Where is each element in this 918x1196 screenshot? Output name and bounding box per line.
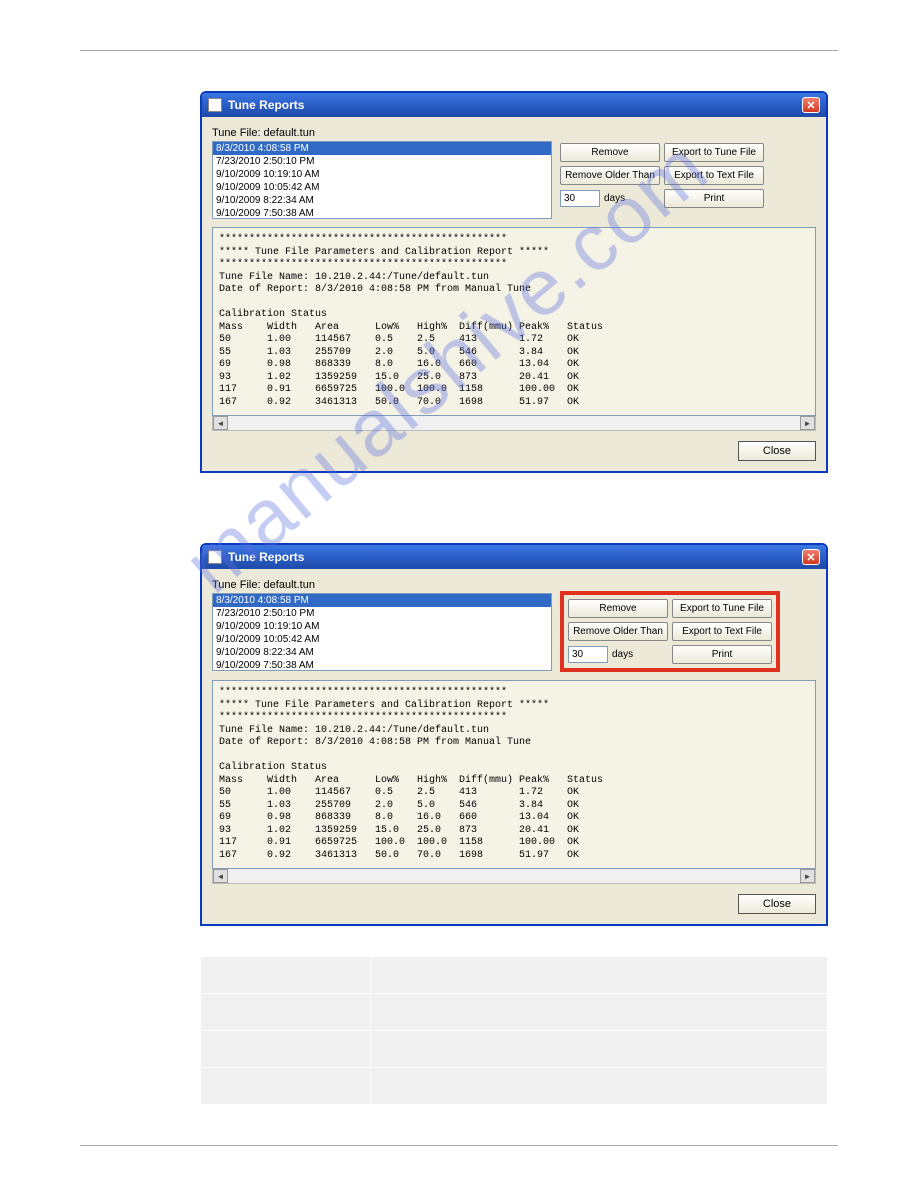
list-item[interactable]: 9/10/2009 10:19:10 AM xyxy=(213,168,551,181)
tune-reports-window-2: Tune Reports ✕ Tune File: default.tun 8/… xyxy=(200,543,828,926)
table-cell xyxy=(371,1068,828,1105)
close-button[interactable]: Close xyxy=(738,441,816,461)
list-item[interactable]: 9/10/2009 10:05:42 AM xyxy=(213,633,551,646)
tune-file-label: Tune File: default.tun xyxy=(212,127,552,139)
close-button[interactable]: Close xyxy=(738,894,816,914)
report-date-line: Date of Report: 8/3/2010 4:08:58 PM from… xyxy=(219,737,531,748)
report-row: 93 1.02 1359259 15.0 25.0 873 20.41 OK xyxy=(219,372,579,383)
scroll-left-icon[interactable]: ◄ xyxy=(213,416,228,430)
report-row: 50 1.00 114567 0.5 2.5 413 1.72 OK xyxy=(219,787,579,798)
horizontal-scrollbar[interactable]: ◄ ► xyxy=(212,869,816,884)
report-divider: ****************************************… xyxy=(219,687,507,698)
close-icon: ✕ xyxy=(806,99,815,112)
window-close-button[interactable]: ✕ xyxy=(802,97,820,113)
list-item[interactable]: 9/10/2009 8:22:34 AM xyxy=(213,646,551,659)
list-item[interactable]: 8/3/2010 4:08:58 PM xyxy=(213,594,551,607)
window-close-button[interactable]: ✕ xyxy=(802,549,820,565)
remove-button[interactable]: Remove xyxy=(568,599,668,618)
bottom-rule xyxy=(80,1145,838,1146)
report-row: 117 0.91 6659725 100.0 100.0 1158 100.00… xyxy=(219,384,579,395)
report-col-headers: Mass Width Area Low% High% Diff(mmu) Pea… xyxy=(219,775,603,786)
scroll-left-icon[interactable]: ◄ xyxy=(213,869,228,883)
window-icon xyxy=(208,98,222,112)
report-header: ***** Tune File Parameters and Calibrati… xyxy=(219,247,549,258)
list-item[interactable]: 9/10/2009 7:50:38 AM xyxy=(213,207,551,219)
list-item[interactable]: 9/10/2009 10:19:10 AM xyxy=(213,620,551,633)
list-item[interactable]: 9/10/2009 8:22:34 AM xyxy=(213,194,551,207)
report-status-title: Calibration Status xyxy=(219,309,327,320)
highlighted-button-group: Remove Export to Tune File Remove Older … xyxy=(560,591,780,672)
export-tune-button[interactable]: Export to Tune File xyxy=(664,143,764,162)
report-name-line: Tune File Name: 10.210.2.44:/Tune/defaul… xyxy=(219,272,489,283)
report-divider: ****************************************… xyxy=(219,234,507,245)
report-listbox[interactable]: 8/3/2010 4:08:58 PM 7/23/2010 2:50:10 PM… xyxy=(212,141,552,219)
export-text-button[interactable]: Export to Text File xyxy=(672,622,772,641)
remove-older-button[interactable]: Remove Older Than xyxy=(568,622,668,641)
report-row: 69 0.98 868339 8.0 16.0 660 13.04 OK xyxy=(219,812,579,823)
print-button[interactable]: Print xyxy=(664,189,764,208)
days-input[interactable] xyxy=(560,190,600,207)
days-label: days xyxy=(612,649,633,660)
titlebar: Tune Reports ✕ xyxy=(202,93,826,117)
table-row xyxy=(201,1068,828,1105)
days-label: days xyxy=(604,193,625,204)
report-row: 167 0.92 3461313 50.0 70.0 1698 51.97 OK xyxy=(219,850,579,861)
table-cell xyxy=(371,994,828,1031)
export-text-button[interactable]: Export to Text File xyxy=(664,166,764,185)
titlebar: Tune Reports ✕ xyxy=(202,545,826,569)
scroll-right-icon[interactable]: ► xyxy=(800,416,815,430)
report-row: 55 1.03 255709 2.0 5.0 546 3.84 OK xyxy=(219,800,579,811)
report-col-headers: Mass Width Area Low% High% Diff(mmu) Pea… xyxy=(219,322,603,333)
list-item[interactable]: 8/3/2010 4:08:58 PM xyxy=(213,142,551,155)
table-row xyxy=(201,1031,828,1068)
window-title: Tune Reports xyxy=(228,550,304,564)
days-input[interactable] xyxy=(568,646,608,663)
close-icon: ✕ xyxy=(806,551,815,564)
table-row xyxy=(201,994,828,1031)
remove-older-button[interactable]: Remove Older Than xyxy=(560,166,660,185)
report-header: ***** Tune File Parameters and Calibrati… xyxy=(219,700,549,711)
list-item[interactable]: 9/10/2009 10:05:42 AM xyxy=(213,181,551,194)
report-row: 55 1.03 255709 2.0 5.0 546 3.84 OK xyxy=(219,347,579,358)
remove-button[interactable]: Remove xyxy=(560,143,660,162)
report-name-line: Tune File Name: 10.210.2.44:/Tune/defaul… xyxy=(219,725,489,736)
report-date-line: Date of Report: 8/3/2010 4:08:58 PM from… xyxy=(219,284,531,295)
list-item[interactable]: 7/23/2010 2:50:10 PM xyxy=(213,607,551,620)
report-status-title: Calibration Status xyxy=(219,762,327,773)
table-cell xyxy=(201,1031,371,1068)
table-cell xyxy=(201,957,371,994)
list-item[interactable]: 9/10/2009 7:50:38 AM xyxy=(213,659,551,671)
report-row: 50 1.00 114567 0.5 2.5 413 1.72 OK xyxy=(219,334,579,345)
table-cell xyxy=(201,1068,371,1105)
top-rule xyxy=(80,50,838,51)
report-divider: ****************************************… xyxy=(219,259,507,270)
table-cell xyxy=(371,1031,828,1068)
list-item[interactable]: 7/23/2010 2:50:10 PM xyxy=(213,155,551,168)
scroll-right-icon[interactable]: ► xyxy=(800,869,815,883)
window-title: Tune Reports xyxy=(228,98,304,112)
report-divider: ****************************************… xyxy=(219,712,507,723)
description-table xyxy=(200,956,828,1105)
table-cell xyxy=(371,957,828,994)
horizontal-scrollbar[interactable]: ◄ ► xyxy=(212,416,816,431)
report-listbox[interactable]: 8/3/2010 4:08:58 PM 7/23/2010 2:50:10 PM… xyxy=(212,593,552,671)
report-text-area: ****************************************… xyxy=(212,680,816,869)
tune-file-label: Tune File: default.tun xyxy=(212,579,552,591)
tune-reports-window-1: Tune Reports ✕ Tune File: default.tun 8/… xyxy=(200,91,828,473)
report-row: 167 0.92 3461313 50.0 70.0 1698 51.97 OK xyxy=(219,397,579,408)
print-button[interactable]: Print xyxy=(672,645,772,664)
window-icon xyxy=(208,550,222,564)
report-row: 69 0.98 868339 8.0 16.0 660 13.04 OK xyxy=(219,359,579,370)
report-row: 93 1.02 1359259 15.0 25.0 873 20.41 OK xyxy=(219,825,579,836)
export-tune-button[interactable]: Export to Tune File xyxy=(672,599,772,618)
table-cell xyxy=(201,994,371,1031)
table-row xyxy=(201,957,828,994)
report-row: 117 0.91 6659725 100.0 100.0 1158 100.00… xyxy=(219,837,579,848)
report-text-area: ****************************************… xyxy=(212,227,816,416)
